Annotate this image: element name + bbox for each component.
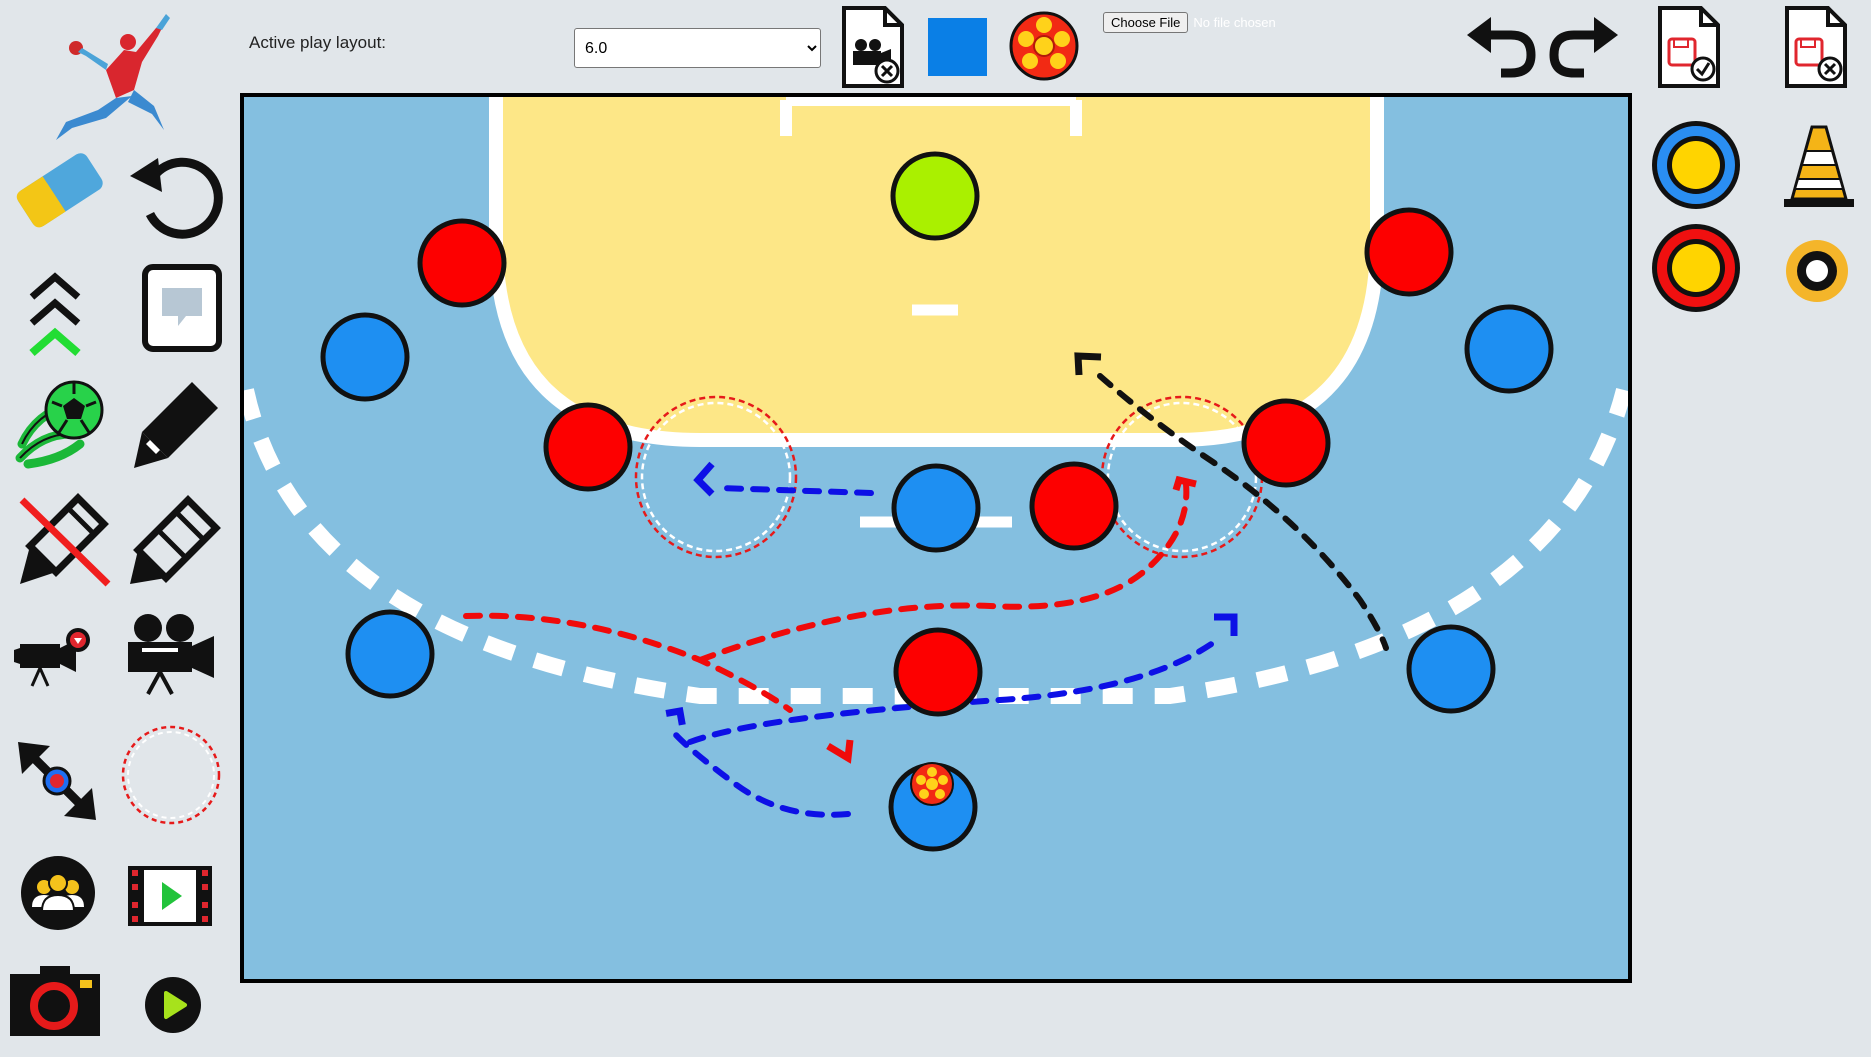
color-swatch[interactable] bbox=[928, 18, 987, 76]
arrow-head-blue bbox=[665, 706, 686, 726]
save-delete-icon[interactable] bbox=[1784, 5, 1848, 89]
layout-label: Active play layout: bbox=[249, 33, 387, 52]
save-confirm-icon[interactable] bbox=[1657, 5, 1721, 89]
handball-player-logo bbox=[46, 10, 176, 145]
defender-token bbox=[1364, 207, 1454, 297]
pass-path-blue bbox=[673, 732, 851, 818]
camera-record-icon[interactable] bbox=[14, 626, 94, 688]
eraser-icon[interactable] bbox=[12, 148, 104, 230]
attacker-token bbox=[320, 312, 410, 402]
blue-ring-icon[interactable] bbox=[1650, 119, 1742, 211]
defender-token bbox=[893, 627, 983, 717]
play-icon[interactable] bbox=[144, 976, 202, 1034]
attacker-token bbox=[345, 609, 435, 699]
resize-arrows-icon[interactable] bbox=[16, 740, 98, 822]
speech-bubble-icon[interactable] bbox=[142, 264, 222, 352]
defender-token bbox=[417, 218, 507, 308]
arrow-head-blue bbox=[1214, 613, 1238, 636]
undo-icon[interactable] bbox=[1465, 15, 1537, 79]
ball-trail-icon[interactable] bbox=[14, 374, 106, 470]
defender-token bbox=[1029, 461, 1119, 551]
dashed-circle-icon[interactable] bbox=[120, 724, 222, 826]
film-play-icon[interactable] bbox=[128, 866, 212, 926]
pen-icon[interactable] bbox=[128, 376, 224, 472]
team-icon[interactable] bbox=[20, 855, 96, 931]
handball-ball-token bbox=[910, 762, 954, 806]
movie-camera-icon[interactable] bbox=[118, 612, 218, 696]
orange-ring-icon[interactable] bbox=[1785, 239, 1849, 303]
defender-token bbox=[543, 402, 633, 492]
file-status: No file chosen bbox=[1193, 14, 1276, 30]
arrow-head-blue bbox=[693, 461, 715, 497]
video-delete-icon[interactable] bbox=[841, 5, 905, 89]
layout-select[interactable]: 6.0 bbox=[574, 28, 821, 68]
defender-token bbox=[1241, 398, 1331, 488]
photo-camera-icon[interactable] bbox=[10, 966, 100, 1036]
goal-area bbox=[489, 97, 1384, 447]
pencil-icon[interactable] bbox=[126, 494, 222, 588]
pen-crossed-icon[interactable] bbox=[16, 492, 114, 588]
file-input[interactable]: Choose File No file chosen bbox=[1103, 11, 1276, 33]
cone-icon[interactable] bbox=[1782, 125, 1856, 209]
handball-court[interactable] bbox=[240, 93, 1632, 983]
handball-ball-icon[interactable] bbox=[1008, 11, 1080, 81]
arrow-head-red bbox=[826, 739, 854, 764]
choose-file-button[interactable]: Choose File bbox=[1103, 11, 1189, 33]
redo-icon[interactable] bbox=[1548, 15, 1620, 79]
red-ring-icon[interactable] bbox=[1650, 222, 1742, 314]
chevrons-up-icon[interactable] bbox=[26, 271, 84, 359]
attacker-token bbox=[1406, 624, 1496, 714]
rotate-icon[interactable] bbox=[124, 152, 224, 240]
goalkeeper-token bbox=[890, 151, 980, 241]
attacker-token bbox=[891, 463, 981, 553]
attacker-token bbox=[1464, 304, 1554, 394]
